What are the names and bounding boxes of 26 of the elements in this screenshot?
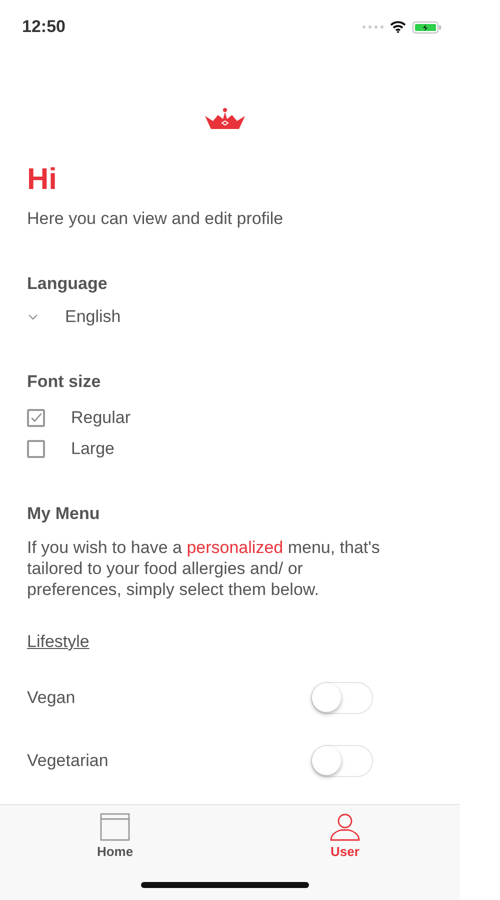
lifestyle-heading: Lifestyle	[27, 632, 90, 652]
tab[interactable]: Home	[0, 805, 230, 865]
subtitle-text: Here you can view and edit profile	[27, 209, 284, 229]
status-time: 12:50	[22, 17, 66, 37]
greeting-heading: Hi	[27, 163, 58, 197]
checkbox[interactable]	[27, 409, 45, 427]
toggle-switch[interactable]	[311, 745, 373, 777]
wifi-icon	[390, 21, 406, 33]
option-label: Regular	[71, 408, 131, 428]
checkbox[interactable]	[27, 440, 45, 458]
option-label: Vegetarian	[27, 751, 108, 771]
section-heading: Language	[27, 274, 108, 294]
crown-icon	[203, 107, 247, 131]
toggle-switch[interactable]	[311, 682, 373, 714]
user-icon	[329, 813, 361, 841]
window-icon	[100, 813, 130, 841]
option-label: Large	[71, 439, 114, 459]
signal-icon	[362, 25, 384, 29]
option-label: Vegan	[27, 688, 76, 708]
chevron-down-icon	[28, 314, 38, 320]
section-heading: My Menu	[27, 504, 101, 524]
tab[interactable]: User	[230, 805, 460, 865]
description-text: If you wish to have a personalized menu, that's tailored to your food allergies and/ or preferences, simply select them below.	[27, 537, 381, 600]
language-dropdown[interactable]: English	[27, 307, 121, 327]
battery-icon	[412, 20, 442, 34]
section-heading: Font size	[27, 372, 102, 392]
